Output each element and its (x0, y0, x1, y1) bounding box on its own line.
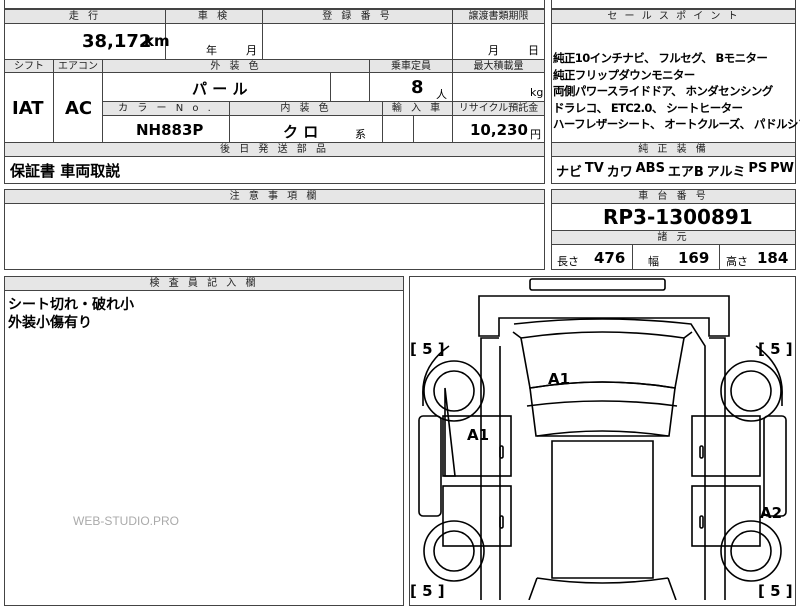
equipment-item: カワ (606, 165, 633, 180)
sales-point-line: ドラレコ、 ETC2.0、 シートヒーター (553, 100, 743, 115)
damage-code: A1 (548, 370, 571, 388)
transfer-month-unit: 月 (488, 44, 499, 57)
equipment-item: エアB (667, 165, 704, 180)
notes-label: 注 意 事 項 欄 (5, 190, 544, 203)
interior-color-value: ク ロ (283, 123, 319, 141)
inspector-label: 検 査 員 記 入 欄 (5, 277, 403, 290)
sales-point-line: 両側パワースライドドア、 ホンダセンシング (553, 84, 773, 98)
max-load-label: 最大積載量 (453, 60, 544, 72)
recycle-label: リサイクル預託金 (453, 102, 544, 115)
tire-tread-rear-left: [ 5 ] (410, 582, 445, 600)
length-value: 476 (594, 249, 626, 267)
capacity-value: 8 (411, 77, 424, 98)
equipment-item: ナビ (556, 165, 583, 180)
sales-points-list: 純正10インチナビ、 フルセグ、 Bモニター 純正フリップダウンモニター 両側パ… (553, 50, 800, 133)
registration-label: 登 録 番 号 (263, 10, 452, 23)
color-no-value: NH883P (136, 121, 204, 139)
load-unit: kg (530, 86, 544, 99)
width-label: 幅 (648, 255, 659, 268)
equipment-item: PW (770, 161, 794, 176)
inspector-line: 外装小傷有り (8, 315, 92, 331)
recycle-value: 10,230 (470, 121, 528, 139)
sales-point-line: 純正フリップダウンモニター (553, 67, 695, 82)
import-label: 輸 入 車 (383, 102, 452, 115)
recycle-unit: 円 (530, 128, 541, 141)
capacity-unit: 人 (436, 88, 447, 101)
standard-equipment-label: 純 正 装 備 (552, 143, 795, 156)
height-label: 高さ (726, 255, 748, 268)
top-cut-row-right (551, 0, 796, 9)
length-label: 長さ (557, 255, 579, 268)
aircon-label: エアコン (54, 60, 102, 72)
sales-point-line: ハーフレザーシート、 オートクルーズ、 パドルシフト (553, 117, 800, 131)
inspection-label: 車 検 (166, 10, 262, 23)
watermark: WEB-STUDIO.PRO (73, 514, 180, 528)
mileage-unit: km (144, 32, 170, 50)
mileage-label: 走 行 (5, 10, 165, 23)
tire-tread-front-left: [ 5 ] (410, 340, 445, 358)
interior-suffix: 系 (355, 128, 366, 141)
exterior-color-value: パ ー ル (192, 80, 248, 98)
inspection-month-unit: 月 (246, 44, 257, 57)
color-no-label: カ ラ ー N o . (103, 102, 229, 115)
equipment-item: ABS (635, 161, 665, 176)
dimensions-label: 諸 元 (552, 231, 795, 244)
equipment-item: TV (584, 161, 604, 176)
width-value: 169 (678, 249, 710, 267)
transfer-deadline-label: 譲渡書類期限 (453, 10, 544, 23)
mileage-value: 38,172 (82, 31, 152, 52)
exterior-color-label: 外 装 色 (103, 60, 369, 72)
capacity-label: 乗車定員 (370, 60, 452, 72)
tire-tread-rear-right: [ 5 ] (758, 582, 793, 600)
transfer-day-unit: 日 (528, 44, 539, 57)
chassis-label: 車 台 番 号 (552, 190, 795, 203)
later-parts-label: 後 日 発 送 部 品 (5, 143, 544, 156)
damage-code: A2 (760, 504, 783, 522)
tire-tread-front-right: [ 5 ] (758, 340, 793, 358)
equipment-item: アルミ (706, 165, 746, 180)
height-value: 184 (757, 249, 789, 267)
shift-label: シフト (5, 60, 53, 72)
shift-value: IAT (12, 98, 44, 119)
chassis-number: RP3-1300891 (603, 205, 753, 229)
equipment-item: PS (748, 161, 768, 176)
later-parts-text: 保証書 車両取説 (10, 162, 121, 180)
inspector-line: シート切れ・破れ小 (8, 297, 134, 313)
aircon-value: AC (65, 98, 93, 119)
top-cut-row (4, 0, 545, 9)
interior-color-label: 内 装 色 (230, 102, 382, 115)
standard-equipment-list: ナビ TV カワ ABS エアB アルミ PS PW (556, 161, 794, 180)
inspection-year-unit: 年 (206, 44, 217, 57)
sales-points-label: セ ー ル ス ポ イ ン ト (552, 10, 795, 23)
sales-point-line: 純正10インチナビ、 フルセグ、 Bモニター (553, 51, 768, 65)
damage-code: A1 (467, 426, 490, 444)
